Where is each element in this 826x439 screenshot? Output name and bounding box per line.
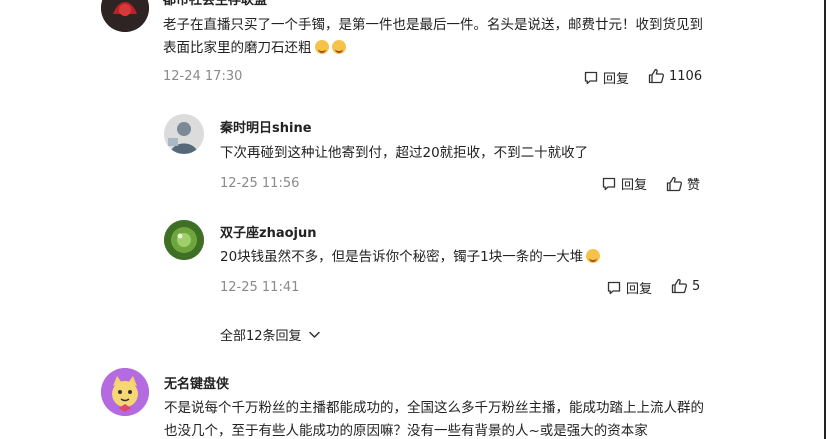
- reply-label: 回复: [621, 178, 648, 193]
- comment-bubble-icon: [607, 281, 621, 294]
- comment-username[interactable]: 都市社会生存联盟: [163, 0, 267, 8]
- like-count: 1106: [669, 68, 703, 84]
- reply-label: 回复: [603, 72, 630, 87]
- reply-text-body: 20块钱虽然不多，但是告诉你个秘密，镯子1块一条的一大堆: [220, 249, 584, 265]
- like-button[interactable]: 赞: [666, 174, 700, 193]
- reply-button[interactable]: 回复: [583, 68, 629, 87]
- comment-text-body: 老子在直播只买了一个手镯，是第一件也是最后一件。名头是说送，邮费廿元！收到货见到…: [163, 17, 703, 56]
- comment-bubble-icon: [602, 177, 616, 190]
- expand-replies-label: 全部12条回复: [220, 329, 302, 344]
- laugh-tears-emoji: [331, 40, 346, 54]
- reply-username[interactable]: 双子座zhaojun: [220, 222, 317, 241]
- like-button[interactable]: 1106: [648, 68, 702, 84]
- avatar-image: [101, 0, 149, 32]
- avatar[interactable]: [101, 368, 149, 416]
- reply-label: 回复: [626, 282, 653, 297]
- comment-timestamp: 12-24 17:30: [163, 69, 243, 84]
- comment-username[interactable]: 无名键盘侠: [164, 373, 229, 392]
- comment-thread: 都市社会生存联盟 老子在直播只买了一个手镯，是第一件也是最后一件。名头是说送，邮…: [0, 0, 826, 439]
- thumbs-up-icon: [671, 278, 688, 294]
- comment-bubble-icon: [584, 71, 598, 84]
- avatar-image: [164, 114, 204, 154]
- avatar[interactable]: [164, 220, 204, 260]
- comment-text: 不是说每个千万粉丝的主播都能成功的，全国这么多千万粉丝主播，能成功踏上上流人群的…: [164, 400, 704, 439]
- reply-timestamp: 12-25 11:41: [220, 280, 300, 295]
- laugh-tears-emoji: [314, 40, 329, 54]
- thumbs-up-icon: [648, 68, 665, 84]
- like-count: 赞: [687, 178, 701, 193]
- reply-text: 下次再碰到这种让他寄到付，超过20就拒收，不到二十就收了: [220, 145, 589, 161]
- avatar[interactable]: [101, 0, 149, 32]
- comment-text: 老子在直播只买了一个手镯，是第一件也是最后一件。名头是说送，邮费廿元！收到货见到…: [163, 14, 713, 60]
- reply-button[interactable]: 回复: [606, 278, 652, 297]
- thumbs-up-icon: [666, 176, 683, 191]
- like-count: 5: [692, 278, 701, 294]
- expand-replies-button[interactable]: 全部12条回复: [220, 325, 321, 344]
- like-button[interactable]: 5: [671, 278, 700, 294]
- chevron-down-icon: [308, 331, 320, 338]
- avatar-image: [101, 368, 149, 416]
- reply-text: 20块钱虽然不多，但是告诉你个秘密，镯子1块一条的一大堆: [220, 246, 720, 269]
- reply-username[interactable]: 秦时明日shine: [220, 117, 312, 136]
- reply-button[interactable]: 回复: [601, 174, 647, 193]
- reply-timestamp: 12-25 11:56: [220, 176, 300, 191]
- avatar[interactable]: [164, 114, 204, 154]
- laugh-tears-emoji: [586, 249, 601, 263]
- avatar-image: [164, 220, 204, 260]
